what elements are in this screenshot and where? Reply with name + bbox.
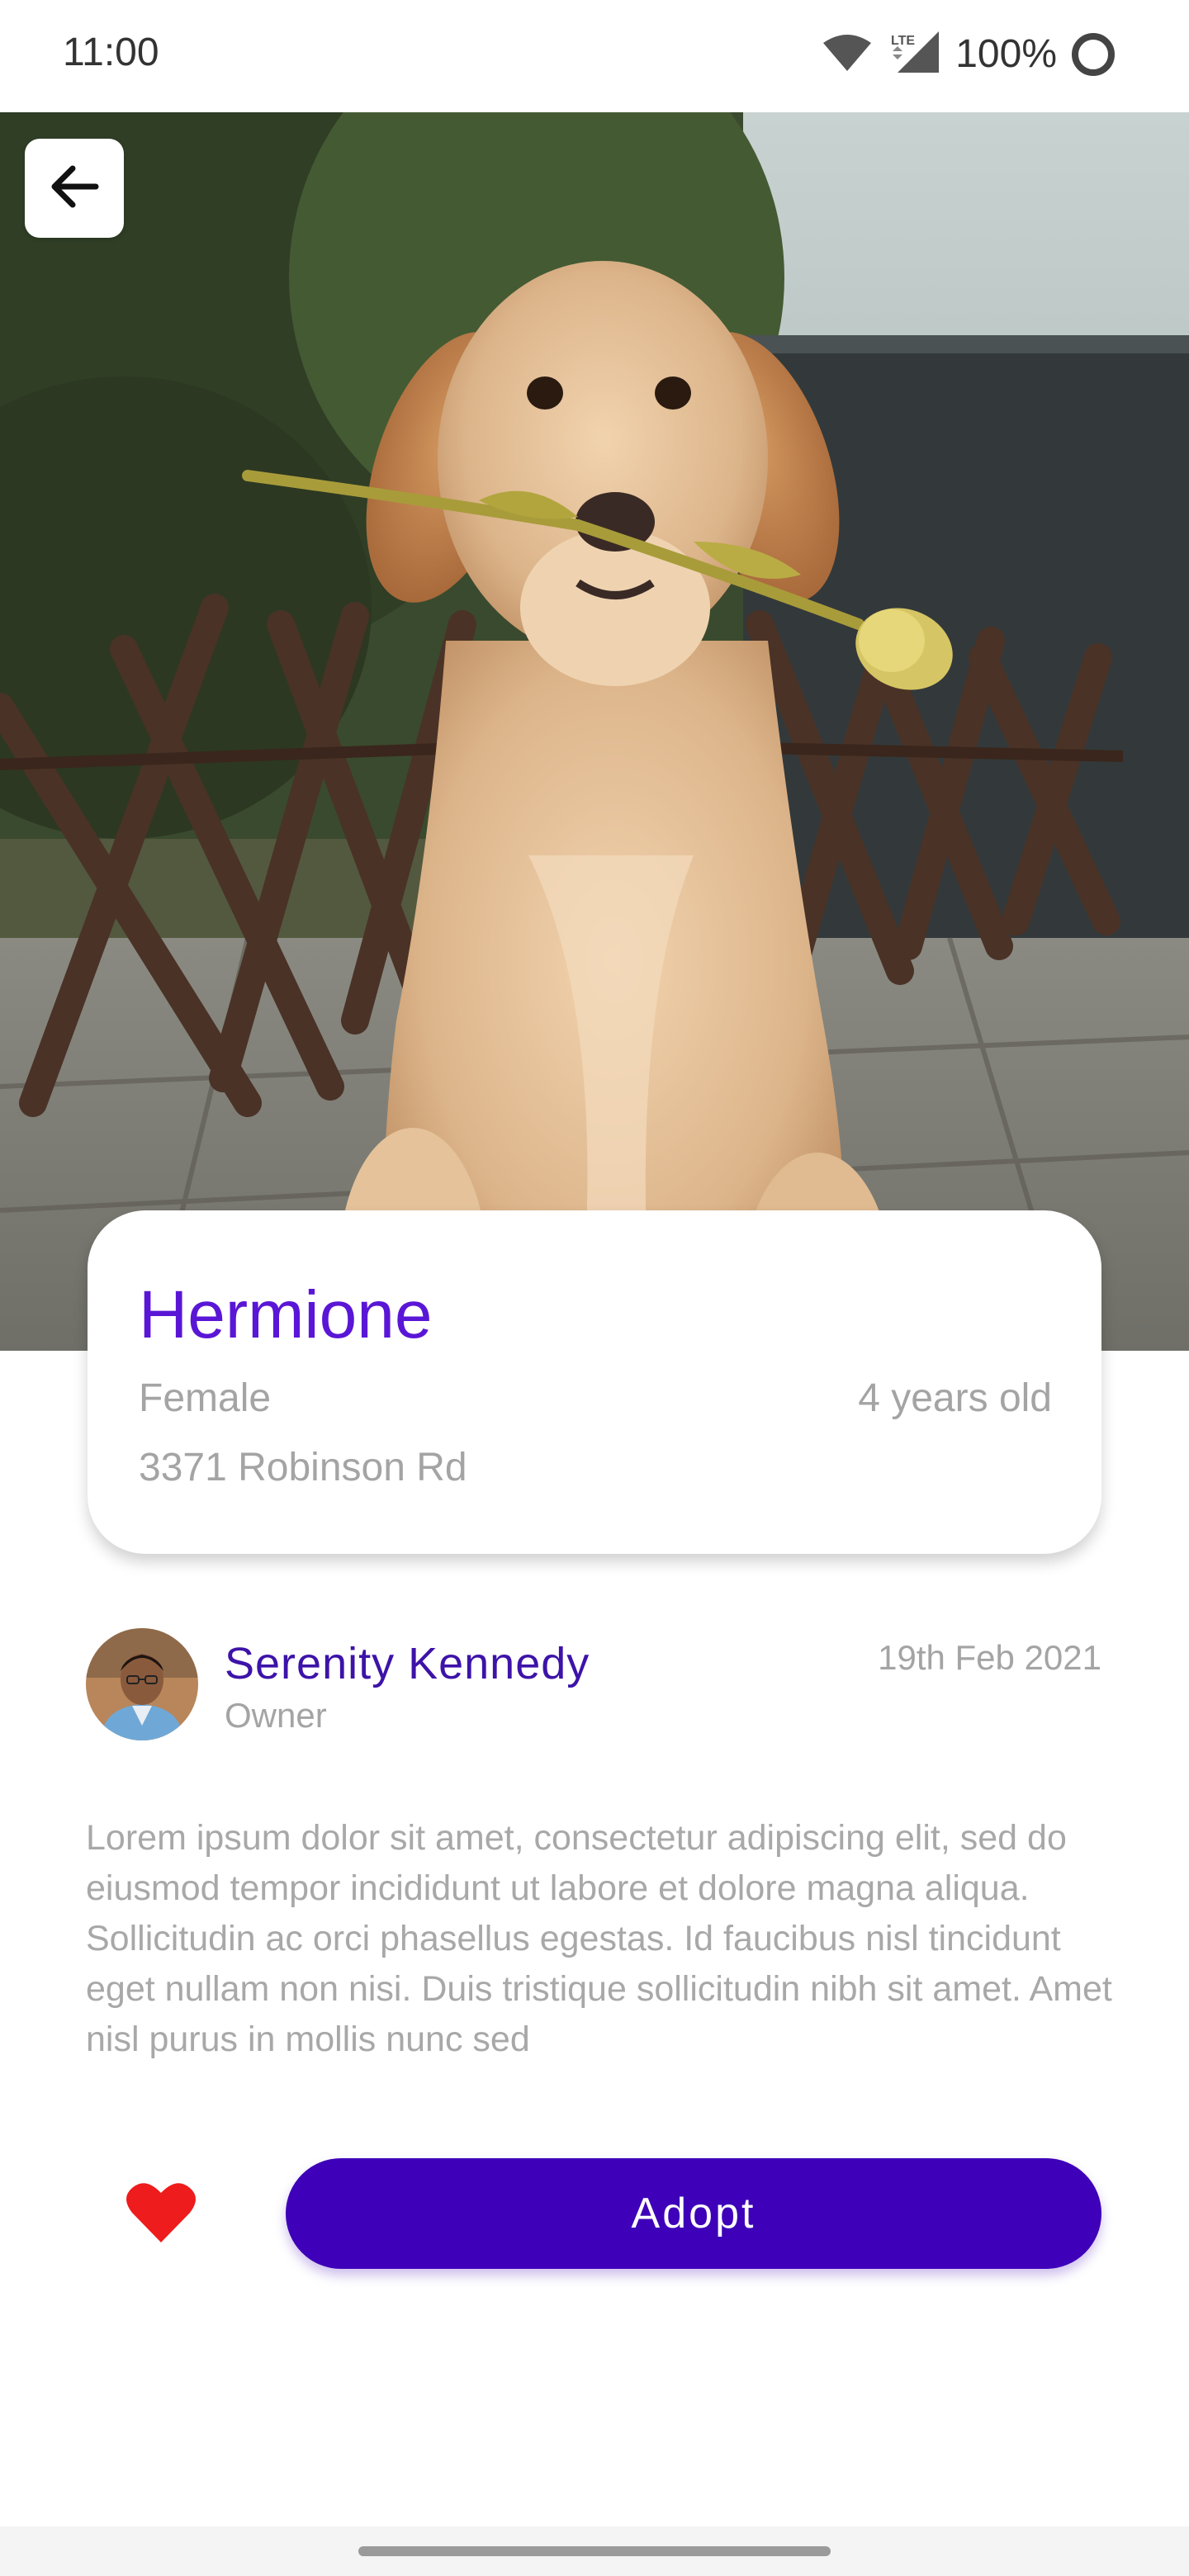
battery-percentage: 100% xyxy=(955,32,1057,76)
pet-address: 3371 Robinson Rd xyxy=(139,1446,467,1489)
pet-photo xyxy=(0,112,1189,1351)
pet-age: 4 years old xyxy=(858,1376,1052,1420)
adopt-button[interactable]: Adopt xyxy=(286,2158,1101,2269)
status-icons: LTE 100% xyxy=(822,30,1115,78)
pet-gender: Female xyxy=(139,1376,272,1420)
post-date: 19th Feb 2021 xyxy=(878,1638,1101,1677)
back-button[interactable] xyxy=(25,139,124,238)
owner-role: Owner xyxy=(225,1696,327,1735)
status-time: 11:00 xyxy=(63,31,159,74)
pet-info-card: Hermione Female 4 years old 3371 Robinso… xyxy=(88,1210,1101,1554)
pet-description: Lorem ipsum dolor sit amet, consectetur … xyxy=(86,1818,1112,2059)
favorite-button[interactable] xyxy=(126,2180,197,2246)
status-bar: 11:00 LTE 100% xyxy=(0,0,1189,112)
pet-name: Hermione xyxy=(139,1277,433,1352)
arrow-left-icon xyxy=(48,160,101,217)
home-indicator[interactable] xyxy=(358,2546,831,2556)
network-type-label: LTE xyxy=(891,34,915,48)
wifi-icon xyxy=(822,31,873,77)
heart-icon xyxy=(126,2183,197,2249)
owner-avatar[interactable] xyxy=(86,1628,198,1740)
battery-icon xyxy=(1072,32,1115,76)
cellular-signal-icon: LTE xyxy=(888,30,940,78)
owner-name[interactable]: Serenity Kennedy xyxy=(225,1638,590,1689)
